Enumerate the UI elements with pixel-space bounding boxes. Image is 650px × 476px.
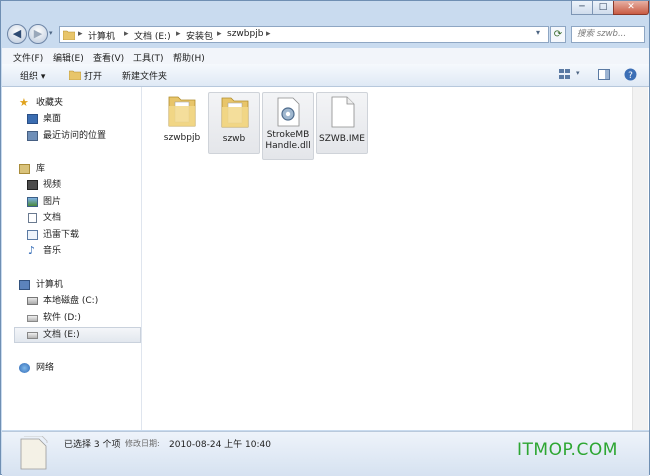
menu-edit[interactable]: 编辑(E): [53, 51, 84, 64]
modified-date: 2010-08-24 上午 10:40: [169, 440, 271, 450]
pictures-icon: [27, 197, 38, 207]
open-icon: [69, 70, 81, 80]
nav-drive-e[interactable]: 文档 (E:): [14, 327, 141, 343]
forward-button[interactable]: ▶: [28, 24, 48, 44]
selection-count: 已选择 3 个项: [64, 440, 121, 450]
refresh-icon[interactable]: ⟳: [550, 26, 566, 43]
libraries-icon: [19, 164, 30, 174]
command-bar: 组织 ▾ 打开 新建文件夹 ▾ ?: [2, 64, 649, 87]
help-icon[interactable]: ?: [624, 68, 637, 81]
navigation-pane: ★ 收藏夹 桌面 最近访问的位置 库 视频 图片 文档 迅雷下载 ♪ 音乐 计算…: [2, 87, 142, 430]
minimize-button[interactable]: ─: [571, 1, 593, 15]
file-tile-szwbpjb[interactable]: szwbpjb: [156, 92, 208, 154]
address-dropdown-icon[interactable]: ▾: [536, 28, 540, 37]
recent-places-icon: [27, 131, 38, 141]
nav-videos-label: 视频: [43, 180, 62, 190]
desktop-icon: [27, 114, 38, 124]
file-name-line1: StrokeMB: [266, 130, 310, 140]
drive-c-icon: [27, 297, 38, 305]
vertical-scrollbar[interactable]: [632, 87, 648, 430]
svg-text:?: ?: [628, 71, 633, 81]
breadcrumb-computer[interactable]: 计算机: [88, 29, 115, 42]
file-tile-szwb[interactable]: szwb: [208, 92, 260, 154]
menu-help[interactable]: 帮助(H): [173, 51, 205, 64]
nav-music-label: 音乐: [43, 246, 62, 256]
open-button[interactable]: 打开: [84, 69, 102, 82]
video-icon: [27, 180, 38, 190]
navigation-bar: ◀ ▶ ▾ ▸ 计算机 ▸ 文档 (E:) ▸ 安装包 ▸ szwbpjb ▸ …: [1, 23, 649, 45]
breadcrumb-separator: ▸: [176, 29, 181, 39]
modified-label: 修改日期:: [125, 439, 160, 448]
nav-network-label: 网络: [36, 363, 55, 373]
selected-files-icon: [20, 436, 48, 470]
breadcrumb-separator: ▸: [266, 29, 271, 39]
nav-libraries-label: 库: [36, 164, 46, 174]
folder-icon: [168, 96, 196, 127]
drive-e-icon: [27, 332, 38, 339]
folder-icon: [221, 97, 249, 128]
search-input[interactable]: 搜索 szwb...: [571, 26, 645, 43]
menu-file[interactable]: 文件(F): [13, 51, 43, 64]
file-name: SZWB.IME: [319, 134, 365, 144]
breadcrumb-installers[interactable]: 安装包: [186, 29, 213, 42]
breadcrumb-drive-e[interactable]: 文档 (E:): [134, 29, 171, 42]
file-tile-strokembhandle-dll[interactable]: StrokeMB Handle.dll: [262, 92, 314, 160]
back-button[interactable]: ◀: [7, 24, 27, 44]
nav-thunder-downloads-label: 迅雷下载: [43, 230, 80, 240]
breadcrumb-separator: ▸: [78, 29, 83, 39]
content-panel: ★ 收藏夹 桌面 最近访问的位置 库 视频 图片 文档 迅雷下载 ♪ 音乐 计算…: [2, 87, 649, 430]
dll-gear-icon: [277, 97, 300, 127]
nav-pictures-label: 图片: [43, 197, 62, 207]
breadcrumb-separator: ▸: [124, 29, 129, 39]
file-name-line2: Handle.dll: [265, 141, 311, 151]
menu-tools[interactable]: 工具(T): [133, 51, 164, 64]
music-icon: ♪: [28, 244, 36, 257]
preview-pane-icon[interactable]: [598, 69, 610, 80]
nav-desktop-label: 桌面: [43, 114, 62, 124]
menu-bar: 文件(F) 编辑(E) 查看(V) 工具(T) 帮助(H): [2, 48, 649, 65]
new-folder-button[interactable]: 新建文件夹: [122, 69, 167, 82]
file-name: szwb: [222, 134, 246, 144]
title-bar: ─ □ ✕: [1, 1, 649, 23]
breadcrumb-current-folder[interactable]: szwbpjb: [227, 29, 263, 39]
documents-icon: [28, 213, 37, 223]
address-bar[interactable]: ▸ 计算机 ▸ 文档 (E:) ▸ 安装包 ▸ szwbpjb ▸ ▾: [59, 26, 549, 43]
folder-icon: [63, 30, 75, 40]
close-button[interactable]: ✕: [613, 1, 649, 15]
nav-drive-d-label: 软件 (D:): [43, 313, 81, 323]
star-icon: ★: [19, 96, 29, 109]
nav-recent-places-label: 最近访问的位置: [43, 131, 107, 141]
file-icon: [331, 96, 355, 128]
file-tile-szwb-ime[interactable]: SZWB.IME: [316, 92, 368, 154]
network-icon: [19, 363, 30, 373]
nav-computer-label: 计算机: [36, 280, 64, 290]
explorer-window: ─ □ ✕ ◀ ▶ ▾ ▸ 计算机 ▸ 文档 (E:) ▸ 安装包 ▸ szwb…: [0, 0, 650, 476]
watermark-logo: ITMOP.COM: [517, 440, 618, 460]
file-name: szwbpjb: [163, 133, 201, 143]
nav-favorites-label: 收藏夹: [36, 98, 64, 108]
view-options-icon[interactable]: [559, 69, 573, 80]
nav-drive-e-label: 文档 (E:): [43, 330, 80, 340]
nav-documents-label: 文档: [43, 213, 62, 223]
downloads-icon: [27, 230, 38, 240]
maximize-button[interactable]: □: [592, 1, 614, 15]
menu-view[interactable]: 查看(V): [93, 51, 124, 64]
breadcrumb-separator: ▸: [217, 29, 222, 39]
computer-icon: [19, 280, 30, 290]
recent-pages-dropdown-icon[interactable]: ▾: [49, 29, 53, 37]
nav-drive-c-label: 本地磁盘 (C:): [43, 296, 99, 306]
view-dropdown-icon[interactable]: ▾: [576, 69, 580, 77]
drive-d-icon: [27, 315, 38, 322]
organize-button[interactable]: 组织 ▾: [20, 69, 45, 82]
